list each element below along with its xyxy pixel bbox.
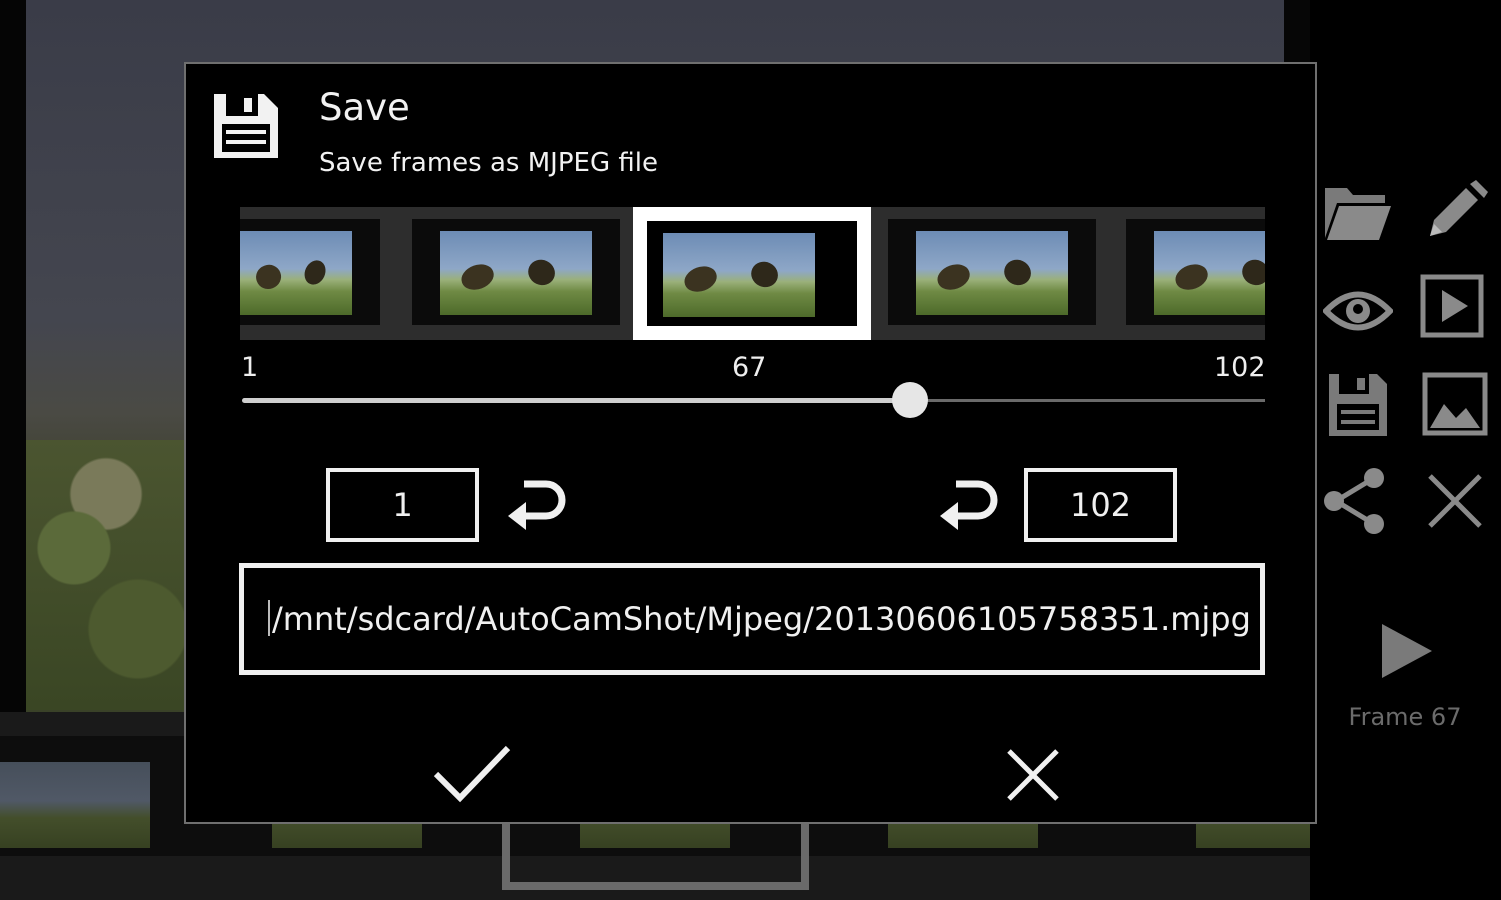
image-icon[interactable] [1420, 370, 1490, 440]
frame-strip[interactable] [240, 207, 1265, 340]
background-grass-area [26, 440, 186, 710]
slider-track-active[interactable] [242, 398, 910, 403]
frame-image [1154, 231, 1265, 315]
frame-label: Frame 67 [1348, 703, 1462, 731]
close-icon[interactable] [1420, 466, 1490, 536]
save-dialog: Save Save frames as MJPEG file 1 67 102 … [184, 62, 1317, 824]
text-caret [268, 600, 270, 636]
share-icon[interactable] [1322, 466, 1392, 536]
play-box-icon[interactable] [1418, 272, 1488, 342]
dialog-title: Save [319, 86, 410, 129]
pencil-icon[interactable] [1420, 178, 1490, 248]
background-thumbnail[interactable] [0, 762, 150, 848]
file-path-input[interactable]: /mnt/sdcard/AutoCamShot/Mjpeg/2013060610… [239, 563, 1265, 675]
cancel-button[interactable] [1006, 748, 1060, 802]
set-end-button[interactable] [938, 476, 1000, 534]
confirm-button[interactable] [432, 742, 512, 806]
check-icon [433, 745, 511, 803]
range-current-label: 67 [732, 352, 767, 383]
frame-image [663, 233, 815, 317]
slider-track-inactive[interactable] [910, 399, 1265, 402]
file-path-text: /mnt/sdcard/AutoCamShot/Mjpeg/2013060610… [272, 600, 1251, 638]
floppy-disk-icon[interactable] [1323, 370, 1393, 440]
frame-image [916, 231, 1068, 315]
frame-thumbnail[interactable] [240, 219, 380, 325]
folder-icon[interactable] [1323, 178, 1393, 248]
frame-thumbnail[interactable] [412, 219, 620, 325]
frame-thumbnail-selected[interactable] [633, 207, 871, 340]
frame-image [240, 231, 352, 315]
range-max-label: 102 [1214, 352, 1266, 383]
dialog-subtitle: Save frames as MJPEG file [319, 148, 658, 178]
range-min-label: 1 [241, 352, 259, 383]
background-left-edge [0, 0, 26, 712]
end-frame-field[interactable]: 102 [1024, 468, 1177, 542]
side-toolbar [1310, 0, 1501, 900]
play-icon[interactable] [1372, 616, 1442, 686]
turn-back-icon [508, 480, 566, 530]
close-icon [1007, 749, 1059, 801]
frame-image [440, 231, 592, 315]
frame-thumbnail[interactable] [1126, 219, 1265, 325]
floppy-disk-icon [210, 90, 282, 162]
set-start-button[interactable] [506, 476, 568, 534]
start-frame-field[interactable]: 1 [326, 468, 479, 542]
turn-back-icon [940, 480, 998, 530]
eye-icon[interactable] [1321, 276, 1395, 346]
slider-thumb[interactable] [892, 382, 928, 418]
frame-thumbnail[interactable] [888, 219, 1096, 325]
